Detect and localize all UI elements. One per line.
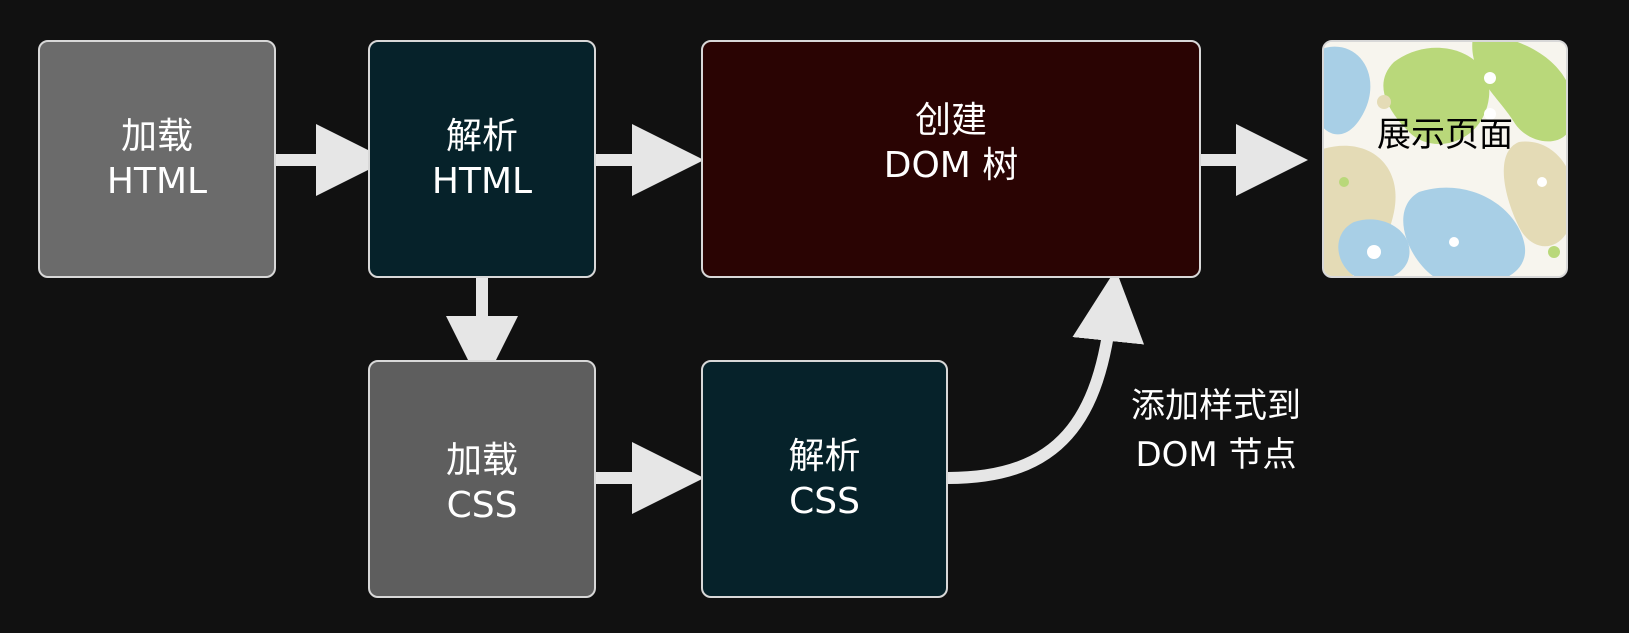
parse-html-node: 解析 HTML <box>368 40 596 278</box>
load-css-line1: 加载 <box>445 440 518 481</box>
abstract-pattern-icon <box>1324 42 1566 276</box>
create-dom-node: 创建 DOM 树 <box>701 40 1201 278</box>
add-styles-line2: DOM 节点 <box>1135 435 1297 476</box>
parse-html-line2: HTML <box>431 161 533 202</box>
parse-css-line2: CSS <box>789 481 860 522</box>
load-css-line2: CSS <box>446 485 518 526</box>
load-css-node: 加载 CSS <box>368 360 596 598</box>
display-page-label: 展示页面 <box>1377 114 1513 155</box>
create-dom-line2: DOM 树 <box>883 145 1019 186</box>
load-html-node: 加载 HTML <box>38 40 276 278</box>
display-page-node: 展示页面 <box>1322 40 1568 278</box>
load-html-line2: HTML <box>106 161 208 202</box>
arrow-parse-css-to-create-dom <box>947 269 1145 484</box>
add-styles-line1: 添加样式到 <box>1131 386 1301 426</box>
parse-css-node: 解析 CSS <box>701 360 948 598</box>
parse-html-line1: 解析 <box>445 116 518 157</box>
add-styles-edge-label: 添加样式到 DOM 节点 <box>1116 382 1316 481</box>
load-html-line1: 加载 <box>120 116 193 157</box>
create-dom-line1: 创建 <box>914 100 987 141</box>
parse-css-line1: 解析 <box>788 436 861 477</box>
